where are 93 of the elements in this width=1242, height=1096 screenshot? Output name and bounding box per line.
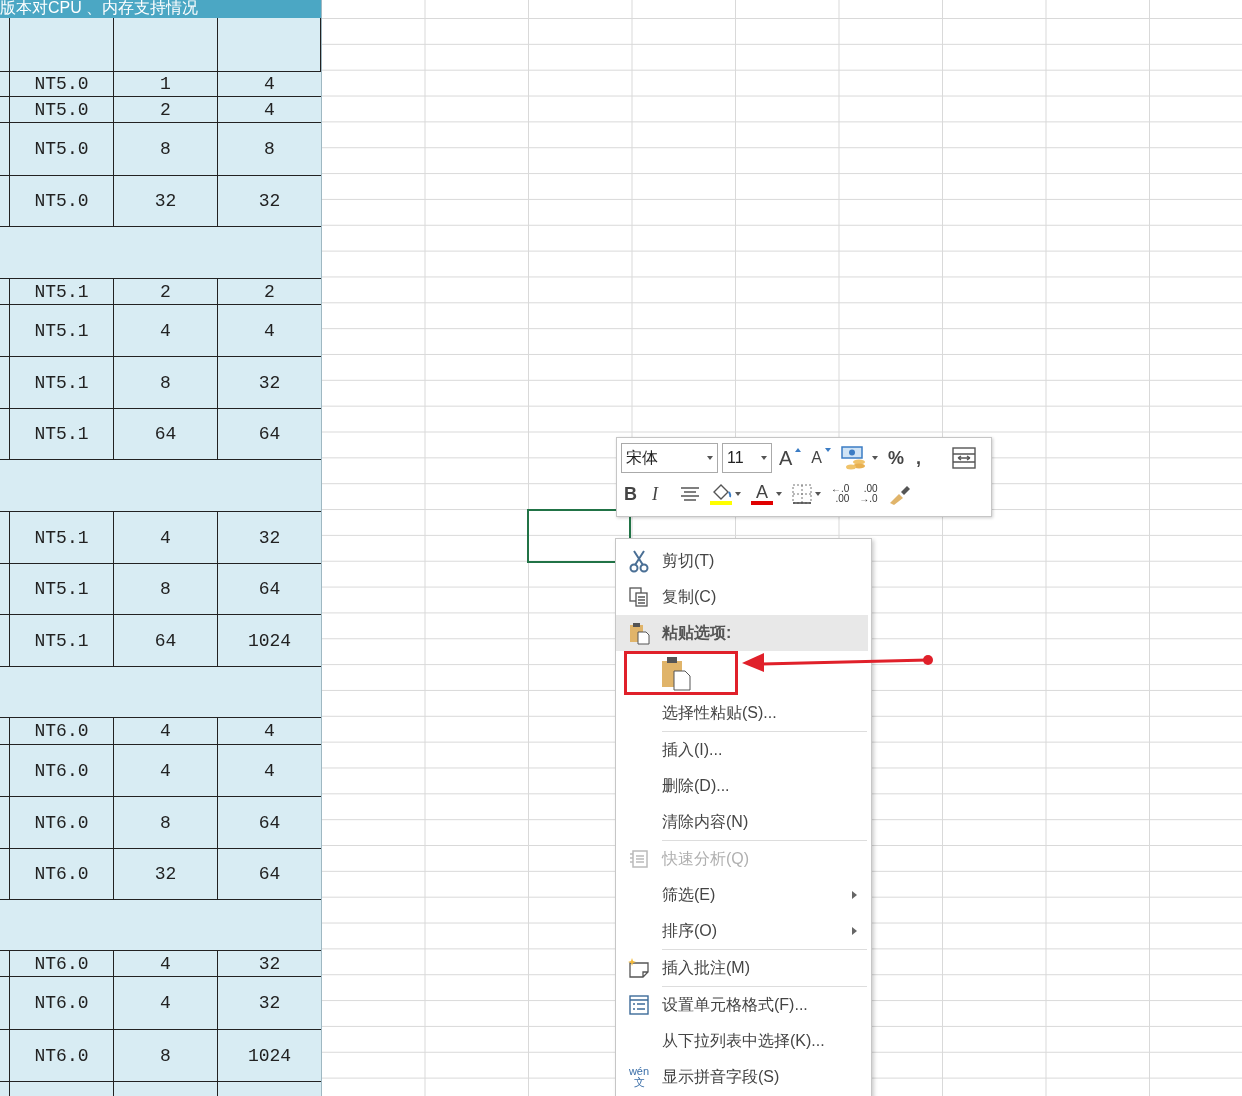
table-cell: 4 bbox=[160, 320, 171, 341]
table-cell: 4 bbox=[264, 320, 275, 341]
format-cells-icon bbox=[628, 994, 650, 1016]
table-cell: 8 bbox=[160, 1045, 171, 1066]
table-cell: NT5.1 bbox=[34, 630, 89, 651]
table-cell: 64 bbox=[258, 424, 281, 444]
table-cell: NT5.0 bbox=[34, 99, 89, 120]
copy-icon bbox=[628, 586, 650, 608]
table-cell: NT5.1 bbox=[34, 281, 89, 302]
menu-item[interactable]: 设置单元格格式(F)... bbox=[616, 987, 871, 1023]
table-cell: 4 bbox=[264, 760, 275, 781]
table-cell: NT6.0 bbox=[34, 760, 89, 781]
table-cell: NT5.0 bbox=[34, 74, 89, 94]
table-cell: NT5.0 bbox=[34, 139, 89, 159]
comment-icon bbox=[627, 957, 651, 979]
increase-decimal-button[interactable]: ←.0 .00 bbox=[828, 480, 853, 508]
table-cell: 4 bbox=[264, 74, 275, 94]
table-cell: 1 bbox=[160, 74, 171, 94]
table-cell: NT6.0 bbox=[34, 1045, 89, 1066]
table-cell: NT5.1 bbox=[34, 527, 89, 548]
wrap-text-icon bbox=[952, 446, 976, 470]
wrap-text-button[interactable] bbox=[949, 444, 979, 472]
decrease-decimal-button[interactable]: .00 →.0 bbox=[856, 480, 881, 508]
table-cell: 64 bbox=[258, 812, 281, 833]
table-cell: NT5.0 bbox=[34, 191, 89, 211]
align-center-icon bbox=[680, 486, 700, 502]
decrease-font-size-button[interactable]: A bbox=[808, 444, 834, 472]
menu-item[interactable]: 删除(D)... bbox=[616, 768, 871, 804]
submenu-arrow-icon bbox=[852, 927, 857, 935]
comma-style-button[interactable]: , bbox=[913, 444, 937, 472]
percent-style-button[interactable]: % bbox=[885, 444, 909, 472]
table-cell: 4 bbox=[160, 760, 171, 781]
table-cell: 32 bbox=[258, 953, 281, 974]
table-cell: NT6.0 bbox=[34, 812, 89, 833]
paste-icon bbox=[628, 621, 650, 645]
table-cell: 4 bbox=[160, 953, 171, 974]
table-cell: 32 bbox=[258, 372, 281, 393]
menu-item[interactable]: 剪切(T) bbox=[616, 543, 871, 579]
table-cell: NT5.1 bbox=[34, 424, 89, 444]
table-cell: NT6.0 bbox=[34, 721, 89, 741]
table-cell: NT5.1 bbox=[34, 372, 89, 393]
font-name-dropdown[interactable]: 宋体 bbox=[621, 443, 718, 473]
table-cell: 8 bbox=[264, 139, 275, 159]
table-cell: 1024 bbox=[247, 1045, 292, 1066]
table-cell: 32 bbox=[258, 993, 281, 1013]
table-cell: 8 bbox=[160, 139, 171, 159]
italic-button[interactable]: I bbox=[649, 480, 673, 508]
menu-item[interactable]: 插入批注(M) bbox=[616, 950, 871, 986]
increase-font-size-button[interactable]: A bbox=[776, 444, 805, 472]
table-cell: 2 bbox=[160, 99, 171, 120]
table-cell: NT5.1 bbox=[34, 320, 89, 341]
paste-option-button[interactable] bbox=[660, 655, 692, 691]
quick-analysis-icon bbox=[628, 848, 650, 870]
table-cell: 32 bbox=[258, 191, 281, 211]
table-cell: 1024 bbox=[247, 630, 292, 651]
table-cell: 64 bbox=[154, 630, 177, 651]
menu-item[interactable]: 筛选(E) bbox=[616, 877, 871, 913]
table-cell: 8 bbox=[160, 372, 171, 393]
font-color-button[interactable]: A bbox=[748, 480, 785, 508]
table-cell: 4 bbox=[160, 993, 171, 1013]
menu-item[interactable]: 选择性粘贴(S)... bbox=[616, 695, 871, 731]
submenu-arrow-icon bbox=[852, 891, 857, 899]
menu-section-header: 粘贴选项: bbox=[616, 615, 868, 651]
bold-button[interactable]: B bbox=[621, 480, 645, 508]
menu-item[interactable]: 插入(I)... bbox=[616, 732, 871, 768]
table-cell: 2 bbox=[264, 281, 275, 302]
pinyin-icon: wén 文 bbox=[628, 1066, 650, 1088]
table-cell: NT6.0 bbox=[34, 953, 89, 974]
table-title: 版本对CPU 、内存支持情况 bbox=[0, 0, 321, 18]
table-cell: 4 bbox=[264, 721, 275, 741]
table-cell: 4 bbox=[160, 721, 171, 741]
borders-icon bbox=[792, 484, 812, 504]
table-cell: 32 bbox=[154, 864, 177, 884]
menu-item[interactable]: 排序(O) bbox=[616, 913, 871, 949]
scissors-icon bbox=[628, 549, 650, 573]
table-cell: 64 bbox=[258, 579, 281, 599]
table-cell: NT6.0 bbox=[34, 864, 89, 884]
table-cell: 32 bbox=[154, 191, 177, 211]
table-cell: 64 bbox=[258, 864, 281, 884]
table-cell: 8 bbox=[160, 579, 171, 599]
table-cell: NT6.0 bbox=[34, 993, 89, 1013]
table-cell: NT5.1 bbox=[34, 579, 89, 599]
table-cell: 32 bbox=[258, 527, 281, 548]
menu-item[interactable]: 复制(C) bbox=[616, 579, 871, 615]
menu-item[interactable]: 清除内容(N) bbox=[616, 804, 871, 840]
table-cell: 2 bbox=[160, 281, 171, 302]
table-cell: 4 bbox=[264, 99, 275, 120]
font-size-dropdown[interactable]: 11 bbox=[722, 443, 772, 473]
table-cell: 4 bbox=[160, 527, 171, 548]
menu-item[interactable]: 从下拉列表中选择(K)... bbox=[616, 1023, 871, 1059]
table-cell: 64 bbox=[154, 424, 177, 444]
menu-item[interactable]: wén 文 显示拼音字段(S) bbox=[616, 1059, 871, 1095]
table-cell: 8 bbox=[160, 812, 171, 833]
